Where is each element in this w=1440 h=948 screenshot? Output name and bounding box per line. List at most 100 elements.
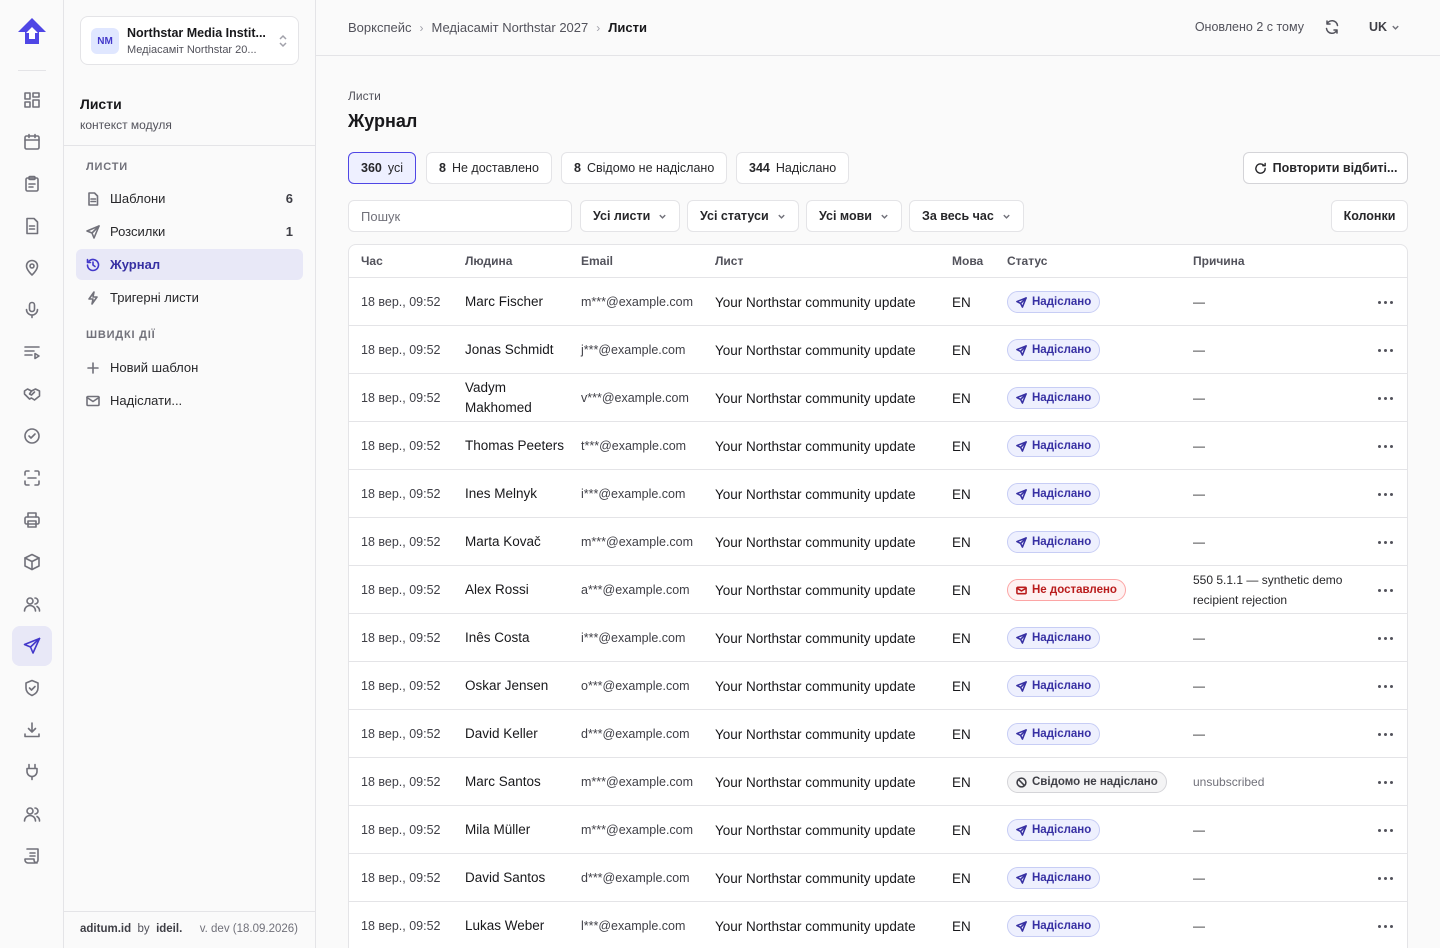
column-header-email[interactable]: Email bbox=[581, 254, 613, 268]
download-icon[interactable] bbox=[12, 710, 52, 750]
row-actions-button[interactable] bbox=[1377, 614, 1393, 662]
clipboard-icon[interactable] bbox=[12, 164, 52, 204]
row-actions-button[interactable] bbox=[1377, 758, 1393, 806]
row-actions-button[interactable] bbox=[1377, 854, 1393, 902]
row-actions-button[interactable] bbox=[1377, 374, 1393, 422]
module-sidebar: NM Northstar Media Instit... Медіасаміт … bbox=[64, 0, 316, 948]
location-icon[interactable] bbox=[12, 248, 52, 288]
breadcrumb-event[interactable]: Медіасаміт Northstar 2027 bbox=[432, 20, 589, 35]
page-crumb[interactable]: Листи bbox=[348, 89, 381, 103]
filter-period-dropdown[interactable]: За весь час bbox=[909, 200, 1024, 232]
app-logo-icon[interactable] bbox=[16, 16, 48, 46]
cell-letter: Your Northstar community update bbox=[715, 390, 916, 406]
column-header-person[interactable]: Людина bbox=[465, 254, 512, 268]
status-badge: Надіслано bbox=[1007, 435, 1101, 457]
package-icon[interactable] bbox=[12, 542, 52, 582]
search-input[interactable] bbox=[348, 200, 572, 232]
table-row[interactable]: 18 вер., 09:52 David Santos d***@example.c… bbox=[349, 854, 1407, 902]
row-actions-button[interactable] bbox=[1377, 566, 1393, 614]
document-icon[interactable] bbox=[12, 206, 52, 246]
sidebar-item-templates[interactable]: Шаблони 6 bbox=[76, 183, 303, 214]
column-header-letter[interactable]: Лист bbox=[715, 254, 743, 268]
breadcrumb-workspace[interactable]: Воркспейс bbox=[348, 20, 412, 35]
playlist-icon[interactable] bbox=[12, 332, 52, 372]
log-scroll-icon[interactable] bbox=[12, 836, 52, 876]
users-icon[interactable] bbox=[12, 584, 52, 624]
row-actions-button[interactable] bbox=[1377, 806, 1393, 854]
more-horizontal-icon bbox=[1377, 684, 1393, 688]
status-label: Не доставлено bbox=[1032, 584, 1117, 596]
column-header-time[interactable]: Час bbox=[361, 254, 383, 268]
table-row[interactable]: 18 вер., 09:52 Marc Fischer m***@example.c… bbox=[349, 278, 1407, 326]
team-icon[interactable] bbox=[12, 794, 52, 834]
row-actions-button[interactable] bbox=[1377, 518, 1393, 566]
filter-letters-dropdown[interactable]: Усі листи bbox=[580, 200, 681, 232]
cell-reason: — bbox=[1193, 343, 1205, 357]
filter-intentionally-not-sent[interactable]: 8 Свідомо не надіслано bbox=[561, 152, 728, 184]
row-actions-button[interactable] bbox=[1377, 470, 1393, 518]
plus-icon bbox=[87, 361, 99, 374]
cell-language: EN bbox=[952, 486, 971, 502]
cell-time: 18 вер., 09:52 bbox=[361, 583, 441, 597]
row-actions-button[interactable] bbox=[1377, 902, 1393, 948]
more-horizontal-icon bbox=[1377, 588, 1393, 592]
filter-sent[interactable]: 344 Надіслано bbox=[736, 152, 850, 184]
send-icon bbox=[1016, 536, 1027, 548]
row-actions-button[interactable] bbox=[1377, 278, 1393, 326]
quick-send[interactable]: Надіслати... bbox=[76, 385, 303, 416]
retry-bounced-button[interactable]: Повторити відбиті... bbox=[1243, 152, 1408, 184]
table-row[interactable]: 18 вер., 09:52 Alex Rossi a***@example.com… bbox=[349, 566, 1407, 614]
table-row[interactable]: 18 вер., 09:52 David Keller d***@example.c… bbox=[349, 710, 1407, 758]
microphone-icon[interactable] bbox=[12, 290, 52, 330]
printer-icon[interactable] bbox=[12, 500, 52, 540]
row-actions-button[interactable] bbox=[1377, 422, 1393, 470]
cell-person: David Santos bbox=[465, 870, 546, 885]
row-actions-button[interactable] bbox=[1377, 662, 1393, 710]
filter-not-delivered[interactable]: 8 Не доставлено bbox=[426, 152, 552, 184]
table-row[interactable]: 18 вер., 09:52 Lukas Weber l***@example.co… bbox=[349, 902, 1407, 948]
sidebar-item-campaigns[interactable]: Розсилки 1 bbox=[76, 216, 303, 247]
shield-check-icon[interactable] bbox=[12, 668, 52, 708]
table-row[interactable]: 18 вер., 09:52 Jonas Schmidt j***@example.… bbox=[349, 326, 1407, 374]
more-horizontal-icon bbox=[1377, 828, 1393, 832]
table-row[interactable]: 18 вер., 09:52 Oskar Jensen o***@example.c… bbox=[349, 662, 1407, 710]
columns-button[interactable]: Колонки bbox=[1331, 200, 1408, 232]
cell-status: Надіслано bbox=[1007, 614, 1101, 662]
column-header-language[interactable]: Мова bbox=[952, 254, 983, 268]
quick-new-template[interactable]: Новий шаблон bbox=[76, 352, 303, 383]
dashboard-icon[interactable] bbox=[12, 80, 52, 120]
row-actions-button[interactable] bbox=[1377, 710, 1393, 758]
check-circle-icon[interactable] bbox=[12, 416, 52, 456]
table-row[interactable]: 18 вер., 09:52 Vadym Makhomed v***@example… bbox=[349, 374, 1407, 422]
org-switcher[interactable]: NM Northstar Media Instit... Медіасаміт … bbox=[80, 16, 299, 65]
column-header-reason[interactable]: Причина bbox=[1193, 254, 1245, 268]
breadcrumb-current: Листи bbox=[608, 20, 647, 35]
plug-icon[interactable] bbox=[12, 752, 52, 792]
row-actions-button[interactable] bbox=[1377, 326, 1393, 374]
cell-person: Lukas Weber bbox=[465, 918, 545, 933]
chevron-right-icon: › bbox=[596, 20, 601, 35]
filter-languages-dropdown[interactable]: Усі мови bbox=[806, 200, 902, 232]
letters-send-icon[interactable] bbox=[12, 626, 52, 666]
table-row[interactable]: 18 вер., 09:52 Marc Santos m***@example.co… bbox=[349, 758, 1407, 806]
table-row[interactable]: 18 вер., 09:52 Inês Costa i***@example.com… bbox=[349, 614, 1407, 662]
column-header-status[interactable]: Статус bbox=[1007, 254, 1047, 268]
filter-statuses-dropdown[interactable]: Усі статуси bbox=[687, 200, 799, 232]
calendar-icon[interactable] bbox=[12, 122, 52, 162]
cell-language: EN bbox=[952, 342, 971, 358]
cell-time: 18 вер., 09:52 bbox=[361, 487, 441, 501]
filter-all[interactable]: 360 усі bbox=[348, 152, 416, 184]
cell-language: EN bbox=[952, 582, 971, 598]
sidebar-item-trigger-letters[interactable]: Тригерні листи bbox=[76, 282, 303, 313]
table-row[interactable]: 18 вер., 09:52 Ines Melnyk i***@example.co… bbox=[349, 470, 1407, 518]
handshake-icon[interactable] bbox=[12, 374, 52, 414]
table-row[interactable]: 18 вер., 09:52 Thomas Peeters t***@example… bbox=[349, 422, 1407, 470]
cell-status: Надіслано bbox=[1007, 422, 1101, 470]
sidebar-item-journal[interactable]: Журнал bbox=[76, 249, 303, 280]
table-row[interactable]: 18 вер., 09:52 Mila Müller m***@example.co… bbox=[349, 806, 1407, 854]
scan-icon[interactable] bbox=[12, 458, 52, 498]
refresh-icon[interactable] bbox=[1324, 19, 1340, 35]
language-select[interactable]: UK bbox=[1369, 20, 1400, 34]
table-row[interactable]: 18 вер., 09:52 Marta Kovač m***@example.co… bbox=[349, 518, 1407, 566]
cell-letter: Your Northstar community update bbox=[715, 342, 916, 358]
